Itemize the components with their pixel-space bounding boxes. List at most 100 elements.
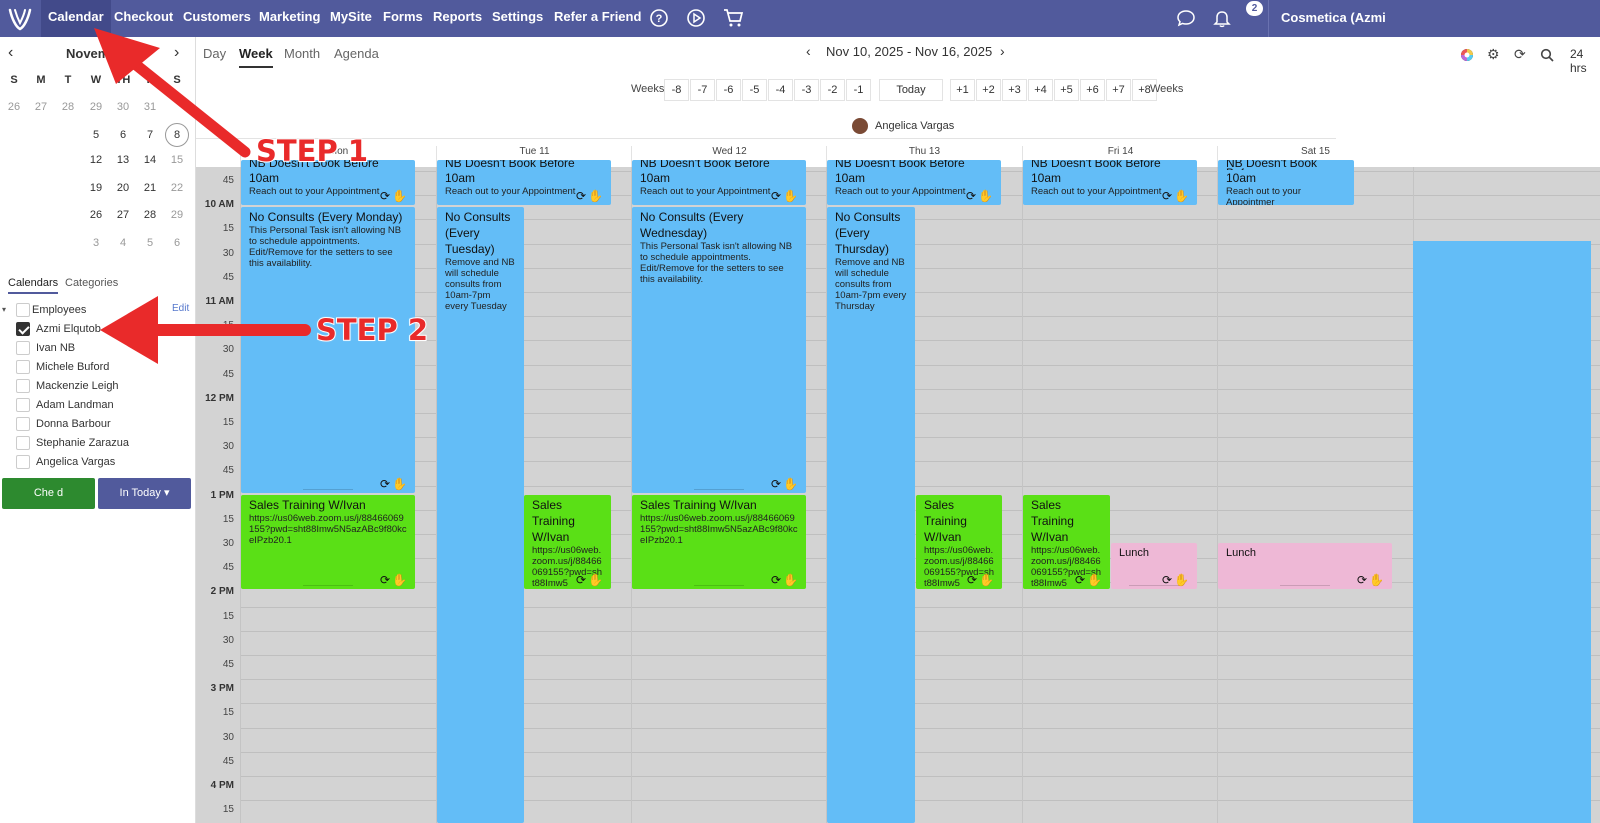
mini-calendar-day[interactable]: 29 <box>166 209 188 221</box>
notification-bell-icon[interactable] <box>1212 8 1232 28</box>
week-jump-button[interactable]: -8 <box>664 79 689 101</box>
event-icons[interactable]: ⟳✋ <box>1075 574 1104 586</box>
employee-name[interactable]: Michele Buford <box>36 361 109 373</box>
resize-handle[interactable] <box>694 585 744 586</box>
nav-refer-a-friend[interactable]: Refer a Friend <box>554 0 641 37</box>
event-icons[interactable]: ⟳✋ <box>576 190 605 202</box>
mini-calendar-day[interactable]: 13 <box>112 154 134 166</box>
mini-calendar-day[interactable]: 7 <box>139 129 161 141</box>
event-nb-before-10am-thu[interactable]: NB Doesn't Book Before 10am Reach out to… <box>827 160 1001 205</box>
event-sales-training-fri[interactable]: Sales Training W/Ivan https://us06web.zo… <box>1023 495 1110 589</box>
nav-checkout[interactable]: Checkout <box>114 0 173 37</box>
event-sales-training-tue[interactable]: Sales Training W/Ivan https://us06web.zo… <box>524 495 611 589</box>
event-icons[interactable]: ⟳✋ <box>771 574 800 586</box>
mini-calendar-next-icon[interactable]: › <box>174 44 179 62</box>
nav-mysite[interactable]: MySite <box>330 0 372 37</box>
hours-toggle[interactable]: 24 hrs <box>1570 47 1600 75</box>
employee-checkbox[interactable] <box>16 379 30 393</box>
resize-handle[interactable] <box>303 585 353 586</box>
help-icon[interactable]: ? <box>649 8 669 28</box>
mini-calendar-day[interactable]: 26 <box>3 101 25 113</box>
employee-name[interactable]: Adam Landman <box>36 399 114 411</box>
week-jump-button[interactable]: -5 <box>742 79 767 101</box>
nav-customers[interactable]: Customers <box>183 0 251 37</box>
tab-calendars[interactable]: Calendars <box>8 277 59 294</box>
week-jump-button[interactable]: +4 <box>1028 79 1053 101</box>
prev-week-icon[interactable]: ‹ <box>806 43 811 59</box>
event-nb-before-10am-fri[interactable]: NB Doesn't Book Before 10am Reach out to… <box>1023 160 1197 205</box>
mini-calendar-day[interactable]: 5 <box>139 237 161 249</box>
event-sales-training-wed[interactable]: Sales Training W/Ivan https://us06web.zo… <box>632 495 806 589</box>
event-icons[interactable]: ⟳✋ <box>380 190 409 202</box>
color-palette-icon[interactable] <box>1460 48 1474 62</box>
mini-calendar-day[interactable]: 12 <box>85 154 107 166</box>
event-icons[interactable]: ⟳✋ <box>380 574 409 586</box>
event-icons[interactable]: ⟳✋ <box>966 190 995 202</box>
resize-handle[interactable] <box>303 489 353 490</box>
week-jump-button[interactable]: Today <box>879 79 943 101</box>
mini-calendar-day[interactable]: 6 <box>166 237 188 249</box>
week-jump-button[interactable]: +6 <box>1080 79 1105 101</box>
mini-calendar-day[interactable]: 29 <box>85 101 107 113</box>
event-nb-before-10am-tue[interactable]: NB Doesn't Book Before 10am Reach out to… <box>437 160 611 205</box>
week-jump-button[interactable]: +1 <box>950 79 975 101</box>
mini-calendar-day[interactable]: 21 <box>139 182 161 194</box>
week-jump-button[interactable]: -4 <box>768 79 793 101</box>
event-nb-before-10am-wed[interactable]: NB Doesn't Book Before 10am Reach out to… <box>632 160 806 205</box>
mini-calendar-day[interactable]: 4 <box>112 237 134 249</box>
event-no-consults-mon[interactable]: No Consults (Every Monday) This Personal… <box>241 207 415 493</box>
week-jump-button[interactable]: -2 <box>820 79 845 101</box>
mini-calendar-day[interactable]: 5 <box>85 129 107 141</box>
event-icons[interactable]: ⟳✋ <box>771 190 800 202</box>
event-icons[interactable]: ⟳✋ <box>1162 574 1191 586</box>
nav-calendar[interactable]: Calendar <box>41 0 111 37</box>
employee-name[interactable]: Ivan NB <box>36 342 75 354</box>
cart-icon[interactable] <box>723 8 745 28</box>
mini-calendar-day[interactable]: 20 <box>112 182 134 194</box>
mini-calendar-day[interactable]: 19 <box>85 182 107 194</box>
week-jump-button[interactable]: +7 <box>1106 79 1131 101</box>
employee-name[interactable]: Donna Barbour <box>36 418 111 430</box>
nav-forms[interactable]: Forms <box>383 0 423 37</box>
event-icons[interactable]: ⟳✋ <box>967 574 996 586</box>
employee-checkbox[interactable] <box>16 417 30 431</box>
employee-checkbox[interactable] <box>16 360 30 374</box>
mini-calendar-day[interactable]: 27 <box>30 101 52 113</box>
event-no-consults-thu[interactable]: No Consults (Every Thursday) Remove and … <box>827 207 915 823</box>
check-in-button[interactable]: Che d <box>2 478 95 509</box>
employee-name[interactable]: Stephanie Zarazua <box>36 437 129 449</box>
mini-calendar-day[interactable]: 30 <box>112 101 134 113</box>
view-agenda-tab[interactable]: Agenda <box>334 46 379 61</box>
mini-calendar-day[interactable]: 26 <box>85 209 107 221</box>
event-sales-training-mon[interactable]: Sales Training W/Ivan https://us06web.zo… <box>241 495 415 589</box>
week-jump-button[interactable]: +5 <box>1054 79 1079 101</box>
mini-calendar-day[interactable]: 8 <box>165 123 189 147</box>
mini-calendar-day[interactable]: 6 <box>112 129 134 141</box>
employee-name[interactable]: Azmi Elqutob <box>36 323 101 335</box>
mini-calendar-day[interactable]: 27 <box>112 209 134 221</box>
in-today-dropdown[interactable]: In Today ▾ <box>98 478 191 509</box>
view-week-tab[interactable]: Week <box>239 46 273 68</box>
view-day-tab[interactable]: Day <box>203 46 226 61</box>
nav-marketing[interactable]: Marketing <box>259 0 320 37</box>
refresh-icon[interactable]: ⟳ <box>1514 46 1526 63</box>
collapse-caret-icon[interactable]: ▾ <box>2 305 6 314</box>
play-video-icon[interactable] <box>686 8 706 28</box>
week-jump-button[interactable]: +2 <box>976 79 1001 101</box>
mini-calendar-day[interactable]: 14 <box>139 154 161 166</box>
event-icons[interactable]: ⟳✋ <box>1357 574 1386 586</box>
event-icons[interactable]: ⟳✋ <box>380 478 409 490</box>
nav-reports[interactable]: Reports <box>433 0 482 37</box>
event-lunch-fri[interactable]: Lunch ⟳✋ <box>1111 543 1197 589</box>
week-jump-button[interactable]: -7 <box>690 79 715 101</box>
event-no-consults-tue[interactable]: No Consults (Every Tuesday) Remove and N… <box>437 207 524 823</box>
event-icons[interactable]: ⟳✋ <box>1162 190 1191 202</box>
mini-calendar-day[interactable]: 28 <box>57 101 79 113</box>
mini-calendar-day[interactable]: 15 <box>166 154 188 166</box>
event-no-consults-wed[interactable]: No Consults (Every Wednesday) This Perso… <box>632 207 806 493</box>
event-sales-training-thu[interactable]: Sales Training W/Ivan https://us06web.zo… <box>916 495 1002 589</box>
mini-calendar-day[interactable]: 31 <box>139 101 161 113</box>
employee-name[interactable]: Mackenzie Leigh <box>36 380 119 392</box>
resize-handle[interactable] <box>694 489 744 490</box>
employees-group-checkbox[interactable] <box>16 303 30 317</box>
